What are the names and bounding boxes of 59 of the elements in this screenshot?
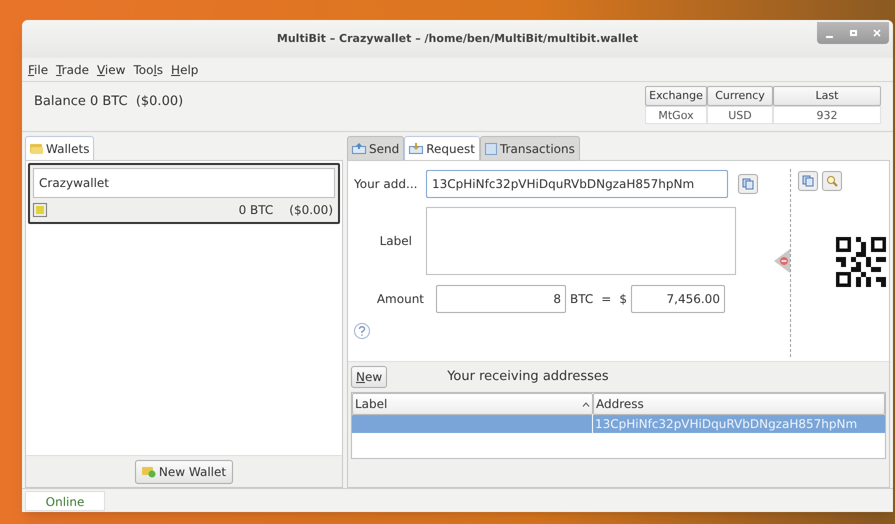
dollar-sign: $	[619, 291, 627, 308]
tab[interactable]: Transactions	[480, 136, 580, 160]
online-status: Online	[25, 490, 105, 510]
collapse-handle-icon[interactable]	[774, 249, 790, 273]
menu-item[interactable]: Trade	[54, 60, 91, 78]
wallets-tab[interactable]: Wallets	[25, 136, 94, 160]
amount-fiat-field[interactable]: 7,456.00	[630, 285, 725, 313]
qr-code-icon	[836, 237, 886, 287]
amount-btc-field[interactable]: 8	[436, 285, 566, 313]
sort-ascending-icon	[582, 402, 590, 406]
folder-icon	[30, 143, 43, 154]
list-icon	[484, 142, 497, 154]
wallet-name-field[interactable]: Crazywallet	[33, 168, 335, 198]
column-header[interactable]: Currency	[707, 86, 773, 106]
column-header[interactable]: Exchange	[645, 86, 707, 106]
copy-button[interactable]	[738, 174, 758, 194]
column-header[interactable]: Last	[773, 86, 881, 106]
column-header[interactable]: Label	[352, 393, 593, 415]
tab[interactable]: Send	[347, 136, 404, 160]
menu-item[interactable]: File	[26, 60, 50, 78]
label-field[interactable]	[426, 207, 736, 275]
wallet-icon	[33, 203, 47, 217]
wallet-btc-balance: 0 BTC	[238, 202, 274, 219]
inbox-icon	[409, 143, 424, 154]
close-icon	[873, 29, 881, 37]
table-cell: 932	[773, 106, 881, 124]
field-label: Amount	[376, 291, 425, 308]
tab-label: Wallets	[46, 140, 90, 158]
field-label: Label	[378, 233, 413, 250]
copy-button[interactable]	[798, 171, 818, 191]
menu-item[interactable]: View	[94, 60, 128, 78]
zoom-button[interactable]	[822, 171, 842, 191]
balance-text: Balance 0 BTC ($0.00)	[34, 93, 184, 111]
search-icon	[826, 175, 838, 187]
new-wallet-button[interactable]: New Wallet	[134, 460, 234, 484]
menu-item[interactable]: Tools	[131, 60, 166, 78]
copy-icon	[742, 178, 754, 190]
addresses-title: Your receiving addresses	[447, 368, 609, 386]
help-icon[interactable]	[354, 323, 370, 339]
tab-label: Send	[369, 140, 400, 158]
add-wallet-icon	[142, 466, 156, 478]
tab-label: Request	[426, 140, 475, 158]
wallet-card[interactable]: Crazywallet 0 BTC ($0.00)	[28, 163, 340, 224]
field-label: Your add...	[354, 176, 418, 193]
table-cell: MtGox	[645, 106, 707, 124]
equals-sign: =	[601, 291, 612, 308]
new-address-button[interactable]: New	[351, 366, 388, 388]
table-cell: USD	[707, 106, 773, 124]
window-title: MultiBit – Crazywallet – /home/ben/MultiBit/multibit.wallet	[276, 30, 638, 47]
currency-label: BTC	[570, 291, 594, 308]
column-header[interactable]: Address	[593, 393, 885, 415]
envelope-icon	[352, 143, 366, 154]
menu-item[interactable]: Help	[169, 60, 200, 78]
tab-label: Transactions	[500, 140, 575, 158]
wallet-fiat-balance: ($0.00)	[289, 202, 333, 219]
tab[interactable]: Request	[404, 136, 480, 160]
table-cell-text: 13CpHiNfc32pVHiDquRVbDNgzaH857hpNm	[594, 416, 858, 433]
address-field[interactable]: 13CpHiNfc32pVHiDquRVbDNgzaH857hpNm	[426, 170, 728, 198]
copy-icon	[802, 175, 814, 187]
